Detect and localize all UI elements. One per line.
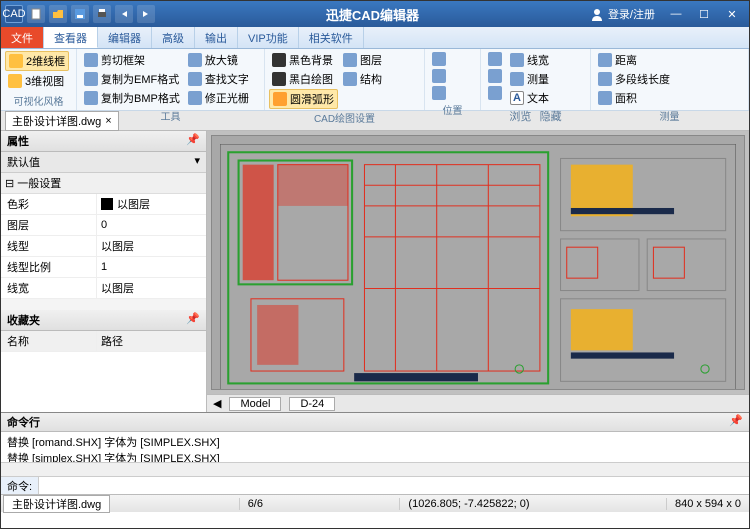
btn-copy-bmp[interactable]: 复制为BMP格式 <box>81 89 183 107</box>
group-label-measure: 测量 <box>595 107 744 123</box>
status-file-tab[interactable]: 主卧设计详图.dwg <box>3 495 110 513</box>
prop-row-layer[interactable]: 图层0 <box>1 215 206 236</box>
document-tab[interactable]: 主卧设计详图.dwg × <box>5 111 119 131</box>
btn-pos-3[interactable] <box>429 85 449 101</box>
tab-vip[interactable]: VIP功能 <box>238 27 299 48</box>
app-logo[interactable]: CAD <box>5 5 23 23</box>
ribbon-tabs: 文件 查看器 编辑器 高级 输出 VIP功能 相关软件 <box>1 27 749 49</box>
tab-layout[interactable]: D-24 <box>289 397 335 411</box>
btn-measure[interactable]: 测量 <box>507 70 552 88</box>
qat-print-icon[interactable] <box>93 5 111 23</box>
chevron-down-icon[interactable]: ▾ <box>194 154 200 170</box>
panel-pin-icon[interactable]: 📌 <box>729 414 743 430</box>
cad-drawing <box>220 144 736 390</box>
prop-row-linetype[interactable]: 线型以图层 <box>1 236 206 257</box>
btn-copy-emf[interactable]: 复制为EMF格式 <box>81 70 183 88</box>
panel-pin-icon[interactable]: 📌 <box>186 133 200 149</box>
command-history-line: 替换 [simplex.SHX] 字体为 [SIMPLEX.SHX] <box>7 450 743 462</box>
document-tab-label: 主卧设计详图.dwg <box>12 113 101 129</box>
btn-smooth-arc[interactable]: 圆滑弧形 <box>269 89 338 109</box>
btn-browse-1[interactable] <box>485 51 505 67</box>
canvas-area: ◀ Model D-24 <box>207 131 749 412</box>
prop-row-lineweight[interactable]: 线宽以图层 <box>1 278 206 299</box>
maximize-button[interactable]: ☐ <box>691 5 717 23</box>
btn-magnifier[interactable]: 放大镜 <box>185 51 252 69</box>
btn-3d-view[interactable]: 3维视图 <box>5 72 69 90</box>
btn-bw-draw[interactable]: 黑白绘图 <box>269 70 338 88</box>
status-dims: 840 x 594 x 0 <box>666 498 749 510</box>
tab-viewer[interactable]: 查看器 <box>44 27 98 48</box>
app-title: 迅捷CAD编辑器 <box>155 5 590 24</box>
btn-polyline-length[interactable]: 多段线长度 <box>595 70 673 88</box>
close-button[interactable]: ✕ <box>719 5 745 23</box>
qat-undo-icon[interactable] <box>115 5 133 23</box>
group-label-position: 位置 <box>429 101 476 117</box>
group-label-browse: 浏览 隐藏 <box>485 107 586 124</box>
left-panel: 属性 📌 默认值 ▾ ⊟ 一般设置 色彩 以图层 图层0 线型以图层 线型比例1… <box>1 131 207 412</box>
btn-browse-2[interactable] <box>485 68 505 84</box>
favorites-columns: 名称路径 <box>1 331 206 352</box>
btn-area[interactable]: 面积 <box>595 89 673 107</box>
close-tab-icon[interactable]: × <box>105 115 111 127</box>
drawing-viewport[interactable] <box>211 135 745 390</box>
prop-row-ltscale[interactable]: 线型比例1 <box>1 257 206 278</box>
tab-editor[interactable]: 编辑器 <box>98 27 152 48</box>
properties-grid: ⊟ 一般设置 色彩 以图层 图层0 线型以图层 线型比例1 线宽以图层 <box>1 173 206 299</box>
properties-default-row: 默认值 ▾ <box>1 152 206 173</box>
qat-open-icon[interactable] <box>49 5 67 23</box>
command-header: 命令行 📌 <box>1 413 749 432</box>
btn-text[interactable]: A文本 <box>507 89 552 107</box>
window-controls: — ☐ ✕ <box>663 5 745 23</box>
btn-browse-3[interactable] <box>485 85 505 101</box>
workspace: 属性 📌 默认值 ▾ ⊟ 一般设置 色彩 以图层 图层0 线型以图层 线型比例1… <box>1 131 749 412</box>
qat-save-icon[interactable] <box>71 5 89 23</box>
btn-lineweight[interactable]: 线宽 <box>507 51 552 69</box>
command-history-line: 替换 [romand.SHX] 字体为 [SIMPLEX.SHX] <box>7 434 743 450</box>
btn-pos-2[interactable] <box>429 68 449 84</box>
title-bar: CAD 迅捷CAD编辑器 登录/注册 — ☐ ✕ <box>1 1 749 27</box>
command-prompt-label: 命令: <box>1 477 39 494</box>
user-icon <box>590 7 604 21</box>
btn-black-bg[interactable]: 黑色背景 <box>269 51 338 69</box>
layout-tabs: ◀ Model D-24 <box>207 394 749 412</box>
ribbon: 2维线框 3维视图 可视化风格 剪切框架 复制为EMF格式 复制为BMP格式 放… <box>1 49 749 111</box>
btn-cut-frame[interactable]: 剪切框架 <box>81 51 183 69</box>
btn-find-text[interactable]: 查找文字 <box>185 70 252 88</box>
group-label-cad-settings: CAD绘图设置 <box>269 109 420 125</box>
btn-distance[interactable]: 距离 <box>595 51 673 69</box>
status-bar: 主卧设计详图.dwg 6/6 (1026.805; -7.425822; 0) … <box>1 494 749 512</box>
tab-model[interactable]: Model <box>229 397 281 411</box>
btn-layer[interactable]: 图层 <box>340 51 385 69</box>
tab-related[interactable]: 相关软件 <box>299 27 364 48</box>
favorites-list[interactable] <box>1 352 206 412</box>
btn-pos-1[interactable] <box>429 51 449 67</box>
prop-row-color[interactable]: 色彩 以图层 <box>1 194 206 215</box>
color-swatch-icon <box>101 198 113 210</box>
minimize-button[interactable]: — <box>663 5 689 23</box>
qat-redo-icon[interactable] <box>137 5 155 23</box>
prop-section-general[interactable]: ⊟ 一般设置 <box>1 173 206 194</box>
btn-2d-wireframe[interactable]: 2维线框 <box>5 51 69 71</box>
status-coords: (1026.805; -7.425822; 0) <box>399 498 537 510</box>
account-area[interactable]: 登录/注册 <box>590 6 655 22</box>
tab-file[interactable]: 文件 <box>1 27 44 48</box>
btn-structure[interactable]: 结构 <box>340 70 385 88</box>
qat-new-icon[interactable] <box>27 5 45 23</box>
tab-advanced[interactable]: 高级 <box>152 27 195 48</box>
properties-header: 属性 📌 <box>1 131 206 152</box>
command-input-row: 命令: <box>1 476 749 494</box>
account-label: 登录/注册 <box>608 6 655 22</box>
favorites-header: 收藏夹 📌 <box>1 310 206 331</box>
btn-revise-cloud[interactable]: 修正光栅 <box>185 89 252 107</box>
command-input[interactable] <box>39 477 749 494</box>
quick-access-toolbar: CAD <box>5 5 155 23</box>
layout-tab-prev-icon[interactable]: ◀ <box>213 397 221 410</box>
command-history[interactable]: 替换 [romand.SHX] 字体为 [SIMPLEX.SHX] 替换 [si… <box>1 432 749 462</box>
status-pages: 6/6 <box>239 498 271 510</box>
panel-pin-icon[interactable]: 📌 <box>186 312 200 328</box>
command-panel: 命令行 📌 替换 [romand.SHX] 字体为 [SIMPLEX.SHX] … <box>1 412 749 494</box>
tab-output[interactable]: 输出 <box>195 27 238 48</box>
group-label-visual-style: 可视化风格 <box>5 92 72 108</box>
